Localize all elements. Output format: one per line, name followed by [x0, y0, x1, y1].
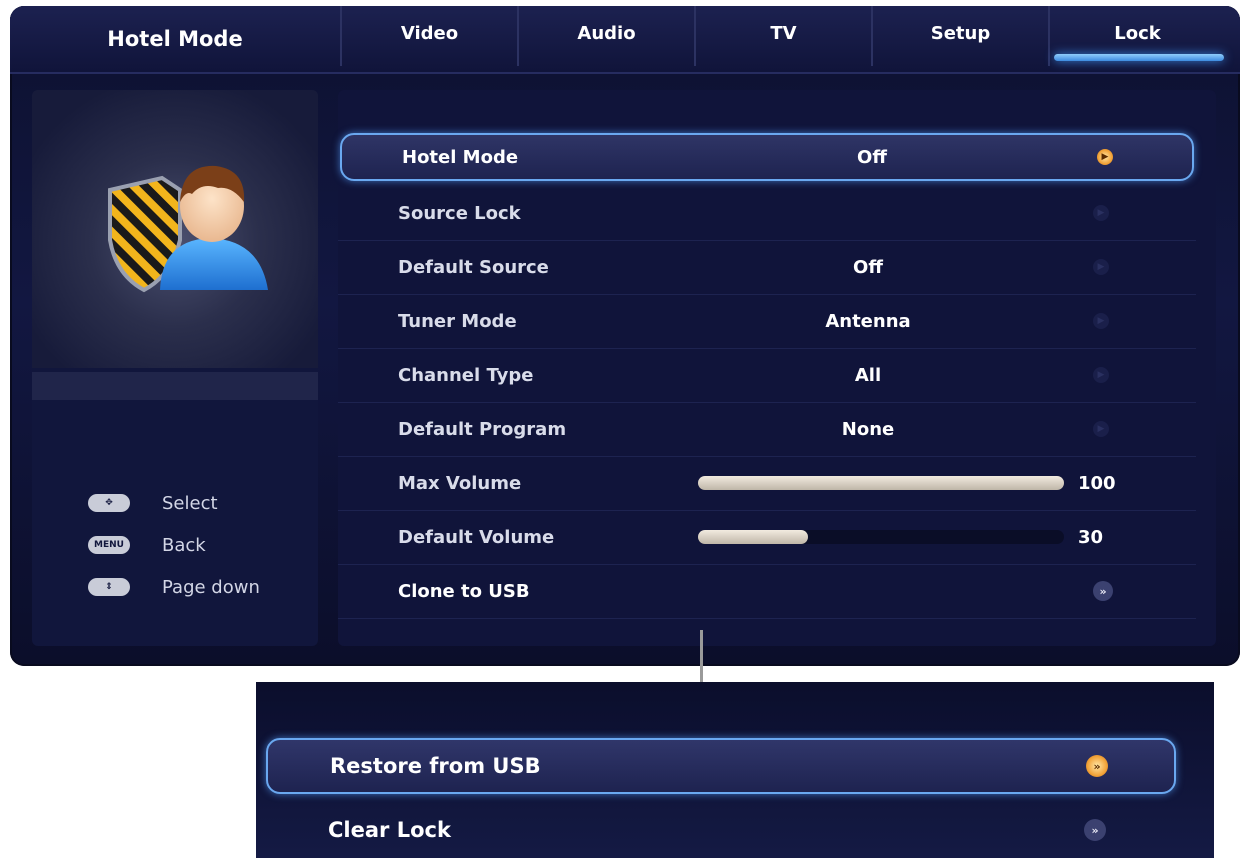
- menu-row-default-volume[interactable]: Default Volume 30: [338, 510, 1196, 565]
- side-divider: [32, 372, 318, 400]
- row-value: All: [854, 364, 882, 386]
- row-label: Max Volume: [398, 472, 522, 494]
- slider-value: 30: [1078, 526, 1104, 548]
- active-tab-indicator: [1054, 54, 1224, 61]
- row-label: Clear Lock: [328, 818, 451, 842]
- row-label: Clone to USB: [398, 580, 530, 602]
- help-label: Page down: [162, 576, 260, 598]
- menu-row-source-lock[interactable]: Source Lock ▶: [338, 186, 1196, 241]
- menu-row-hotel-mode[interactable]: Hotel Mode Off ▶: [340, 133, 1194, 181]
- menu-row-default-program[interactable]: Default Program None ▶: [338, 402, 1196, 457]
- arrow-right-dim-icon: ▶: [1093, 421, 1109, 437]
- settings-panel: Hotel Mode Off ▶ Source Lock ▶ Default S…: [338, 90, 1216, 646]
- row-value: None: [841, 418, 895, 440]
- row-label: Channel Type: [398, 364, 534, 386]
- help-label: Select: [162, 492, 218, 514]
- row-value: Off: [857, 146, 887, 168]
- tab-setup[interactable]: Setup: [871, 6, 1048, 66]
- help-back: MENU Back: [88, 532, 206, 558]
- row-label: Source Lock: [398, 202, 521, 224]
- arrow-right-dim-icon: ▶: [1093, 205, 1109, 221]
- slider-value: 100: [1078, 472, 1116, 494]
- menu-row-max-volume[interactable]: Max Volume 100: [338, 456, 1196, 511]
- arrow-right-dim-icon: ▶: [1093, 259, 1109, 275]
- row-label: Hotel Mode: [402, 146, 519, 168]
- help-label: Back: [162, 534, 206, 556]
- row-label: Restore from USB: [330, 754, 541, 778]
- menu-row-channel-type[interactable]: Channel Type All ▶: [338, 348, 1196, 403]
- double-chevron-icon[interactable]: »: [1093, 581, 1113, 601]
- menu-row-restore-from-usb[interactable]: Restore from USB »: [266, 738, 1176, 794]
- nav-pad-icon: ✥: [88, 494, 130, 512]
- row-label: Default Volume: [398, 526, 555, 548]
- default-volume-slider[interactable]: [698, 530, 1064, 544]
- arrow-right-dim-icon: ▶: [1093, 313, 1109, 329]
- lock-illustration: [32, 90, 318, 368]
- row-label: Tuner Mode: [398, 310, 517, 332]
- arrow-right-dim-icon: ▶: [1093, 367, 1109, 383]
- max-volume-slider[interactable]: [698, 476, 1064, 490]
- tab-video[interactable]: Video: [340, 6, 517, 66]
- double-chevron-active-icon[interactable]: »: [1086, 755, 1108, 777]
- row-label: Default Source: [398, 256, 549, 278]
- row-label: Default Program: [398, 418, 567, 440]
- tab-tv[interactable]: TV: [694, 6, 871, 66]
- menu-row-tuner-mode[interactable]: Tuner Mode Antenna ▶: [338, 294, 1196, 349]
- submenu-panel: Restore from USB » Clear Lock »: [256, 682, 1214, 858]
- row-value: Antenna: [825, 310, 911, 332]
- menu-row-clone-to-usb[interactable]: Clone to USB »: [338, 564, 1196, 619]
- side-panel: ✥ Select MENU Back ⇕ Page down: [32, 90, 318, 646]
- menu-key-icon: MENU: [88, 536, 130, 554]
- help-page-down: ⇕ Page down: [88, 574, 260, 600]
- tab-audio[interactable]: Audio: [517, 6, 694, 66]
- slider-fill: [698, 476, 1064, 490]
- double-chevron-icon[interactable]: »: [1084, 819, 1106, 841]
- help-select: ✥ Select: [88, 490, 218, 516]
- arrow-right-active-icon[interactable]: ▶: [1097, 149, 1113, 165]
- row-value: [718, 186, 1018, 240]
- tv-screen: Hotel Mode Video Audio TV Setup Lock ✥ S…: [10, 6, 1240, 666]
- user-shield-icon: [108, 165, 268, 293]
- slider-fill: [698, 530, 808, 544]
- menu-row-clear-lock[interactable]: Clear Lock »: [266, 804, 1172, 856]
- page-title: Hotel Mode: [107, 27, 243, 51]
- up-down-key-icon: ⇕: [88, 578, 130, 596]
- top-bar: Hotel Mode Video Audio TV Setup Lock: [10, 6, 1240, 74]
- row-value: Off: [853, 256, 883, 278]
- menu-row-default-source[interactable]: Default Source Off ▶: [338, 240, 1196, 295]
